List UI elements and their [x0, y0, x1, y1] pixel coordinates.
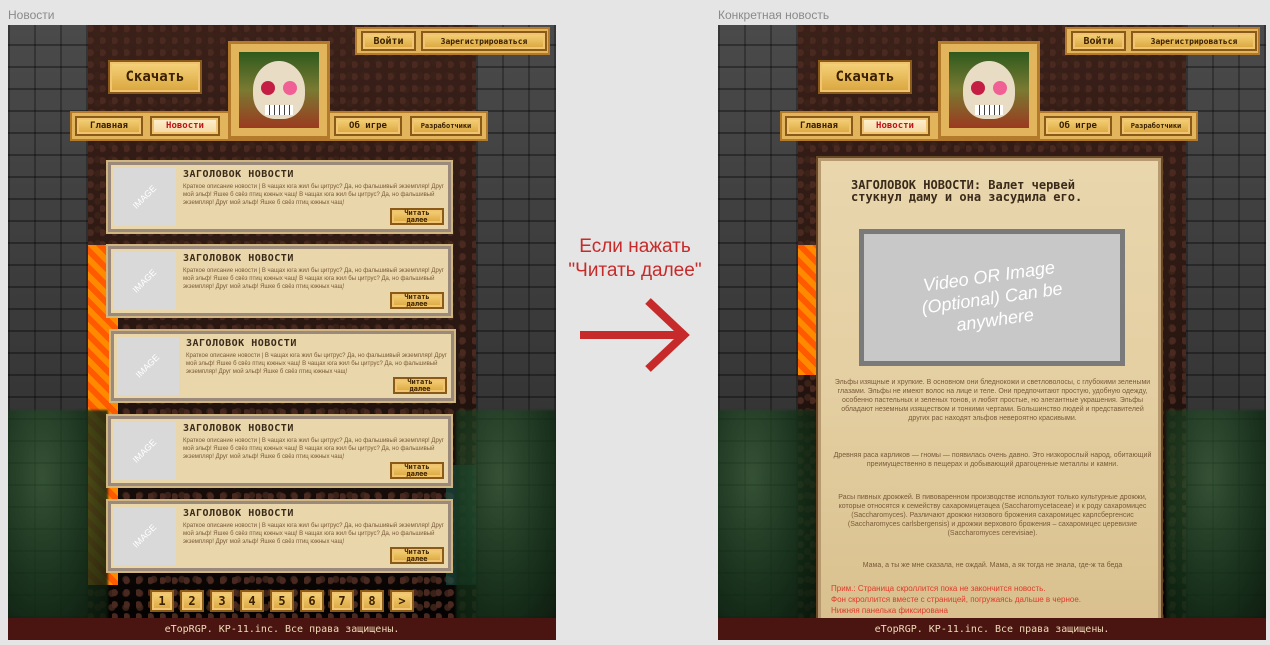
news-page-artboard: Войти Зарегистрироваться Скачать Главная…: [8, 25, 556, 640]
news-title: ЗАГОЛОВОК НОВОСТИ: [183, 253, 294, 264]
article-panel: ЗАГОЛОВОК НОВОСТИ: Валет червей стукнул …: [818, 158, 1161, 623]
eye-icon: [971, 81, 985, 95]
arrow-right-icon: [580, 298, 690, 372]
news-image-placeholder: IMAGE: [114, 507, 176, 565]
transition-label: Если нажать "Читать далее": [568, 236, 702, 281]
page-3-button[interactable]: 3: [210, 590, 234, 612]
read-more-button[interactable]: Читать далее: [390, 547, 444, 564]
article-paragraph: Мама, а ты же мне сказала, не ождай. Мам…: [862, 562, 1123, 569]
news-description: Краткое описание новости | В чащах юга ж…: [183, 523, 444, 545]
teeth-icon: [265, 105, 293, 115]
news-title: ЗАГОЛОВОК НОВОСТИ: [186, 338, 297, 349]
next-page-button[interactable]: >: [390, 590, 414, 612]
news-card[interactable]: IMAGE ЗАГОЛОВОК НОВОСТИ Краткое описание…: [108, 501, 451, 571]
article-paragraph: Расы пивных дрожжей. В пивоваренном прои…: [838, 494, 1147, 537]
page-7-button[interactable]: 7: [330, 590, 354, 612]
nav-about[interactable]: Об игре: [1044, 116, 1112, 136]
bushes-left: [718, 410, 818, 640]
download-button[interactable]: Скачать: [108, 60, 202, 94]
news-image-placeholder: IMAGE: [114, 252, 176, 310]
logo-frame: [938, 41, 1040, 139]
nav-home[interactable]: Главная: [75, 116, 143, 136]
page-1-button[interactable]: 1: [150, 590, 174, 612]
teeth-icon: [975, 105, 1003, 115]
download-button[interactable]: Скачать: [818, 60, 912, 94]
article-page-artboard: Войти Зарегистрироваться Скачать Главная…: [718, 25, 1266, 640]
login-button[interactable]: Войти: [1071, 31, 1126, 51]
skull-logo: [239, 52, 319, 128]
news-description: Краткое описание новости | В чащах юга ж…: [183, 438, 444, 460]
read-more-button[interactable]: Читать далее: [390, 208, 444, 225]
news-title: ЗАГОЛОВОК НОВОСТИ: [183, 169, 294, 180]
skull-icon: [963, 61, 1015, 119]
footer-copyright: eTopRGP. KP-11.inc. Все права защищены.: [8, 618, 556, 640]
logo-frame: [228, 41, 330, 139]
page-5-button[interactable]: 5: [270, 590, 294, 612]
bushes-left: [8, 410, 108, 640]
page-6-button[interactable]: 6: [300, 590, 324, 612]
nav-news[interactable]: Новости: [860, 116, 930, 136]
read-more-button[interactable]: Читать далее: [390, 462, 444, 479]
news-image-placeholder: IMAGE: [114, 168, 176, 226]
eye-icon: [993, 81, 1007, 95]
news-image-placeholder: IMAGE: [117, 337, 179, 395]
nav-about[interactable]: Об игре: [334, 116, 402, 136]
skull-logo: [949, 52, 1029, 128]
news-title: ЗАГОЛОВОК НОВОСТИ: [183, 423, 294, 434]
designer-note: Прим.: Страница скроллится пока не закон…: [831, 584, 1082, 615]
media-placeholder: Video OR Image (Optional) Can be anywher…: [859, 229, 1125, 366]
page-2-button[interactable]: 2: [180, 590, 204, 612]
news-description: Краткое описание новости | В чащах юга ж…: [186, 353, 447, 375]
eye-icon: [261, 81, 275, 95]
news-description: Краткое описание новости | В чащах юга ж…: [183, 184, 444, 206]
read-more-button[interactable]: Читать далее: [393, 377, 447, 394]
article-title: ЗАГОЛОВОК НОВОСТИ: Валет червей стукнул …: [851, 178, 1083, 204]
eye-icon: [283, 81, 297, 95]
news-card[interactable]: IMAGE ЗАГОЛОВОК НОВОСТИ Краткое описание…: [111, 331, 454, 401]
news-card[interactable]: IMAGE ЗАГОЛОВОК НОВОСТИ Краткое описание…: [108, 246, 451, 316]
register-button[interactable]: Зарегистрироваться: [1131, 31, 1257, 51]
read-more-button[interactable]: Читать далее: [390, 292, 444, 309]
news-card[interactable]: IMAGE ЗАГОЛОВОК НОВОСТИ Краткое описание…: [108, 162, 451, 232]
skull-icon: [253, 61, 305, 119]
frame-label-news: Новости: [8, 8, 55, 22]
article-paragraph: Эльфы изящные и хрупкие. В основном они …: [834, 379, 1151, 422]
footer-copyright: eTopRGP. KP-11.inc. Все права защищены.: [718, 618, 1266, 640]
news-title: ЗАГОЛОВОК НОВОСТИ: [183, 508, 294, 519]
news-card[interactable]: IMAGE ЗАГОЛОВОК НОВОСТИ Краткое описание…: [108, 416, 451, 486]
register-button[interactable]: Зарегистрироваться: [421, 31, 547, 51]
nav-news[interactable]: Новости: [150, 116, 220, 136]
page-4-button[interactable]: 4: [240, 590, 264, 612]
page-8-button[interactable]: 8: [360, 590, 384, 612]
nav-home[interactable]: Главная: [785, 116, 853, 136]
login-button[interactable]: Войти: [361, 31, 416, 51]
frame-label-article: Конкретная новость: [718, 8, 830, 22]
nav-developers[interactable]: Разработчики: [410, 116, 482, 136]
bushes-right: [1166, 410, 1266, 640]
nav-developers[interactable]: Разработчики: [1120, 116, 1192, 136]
bushes-right: [456, 410, 556, 640]
news-image-placeholder: IMAGE: [114, 422, 176, 480]
article-paragraph: Древняя раса карликов — гномы — появилас…: [833, 452, 1152, 468]
news-description: Краткое описание новости | В чащах юга ж…: [183, 268, 444, 290]
